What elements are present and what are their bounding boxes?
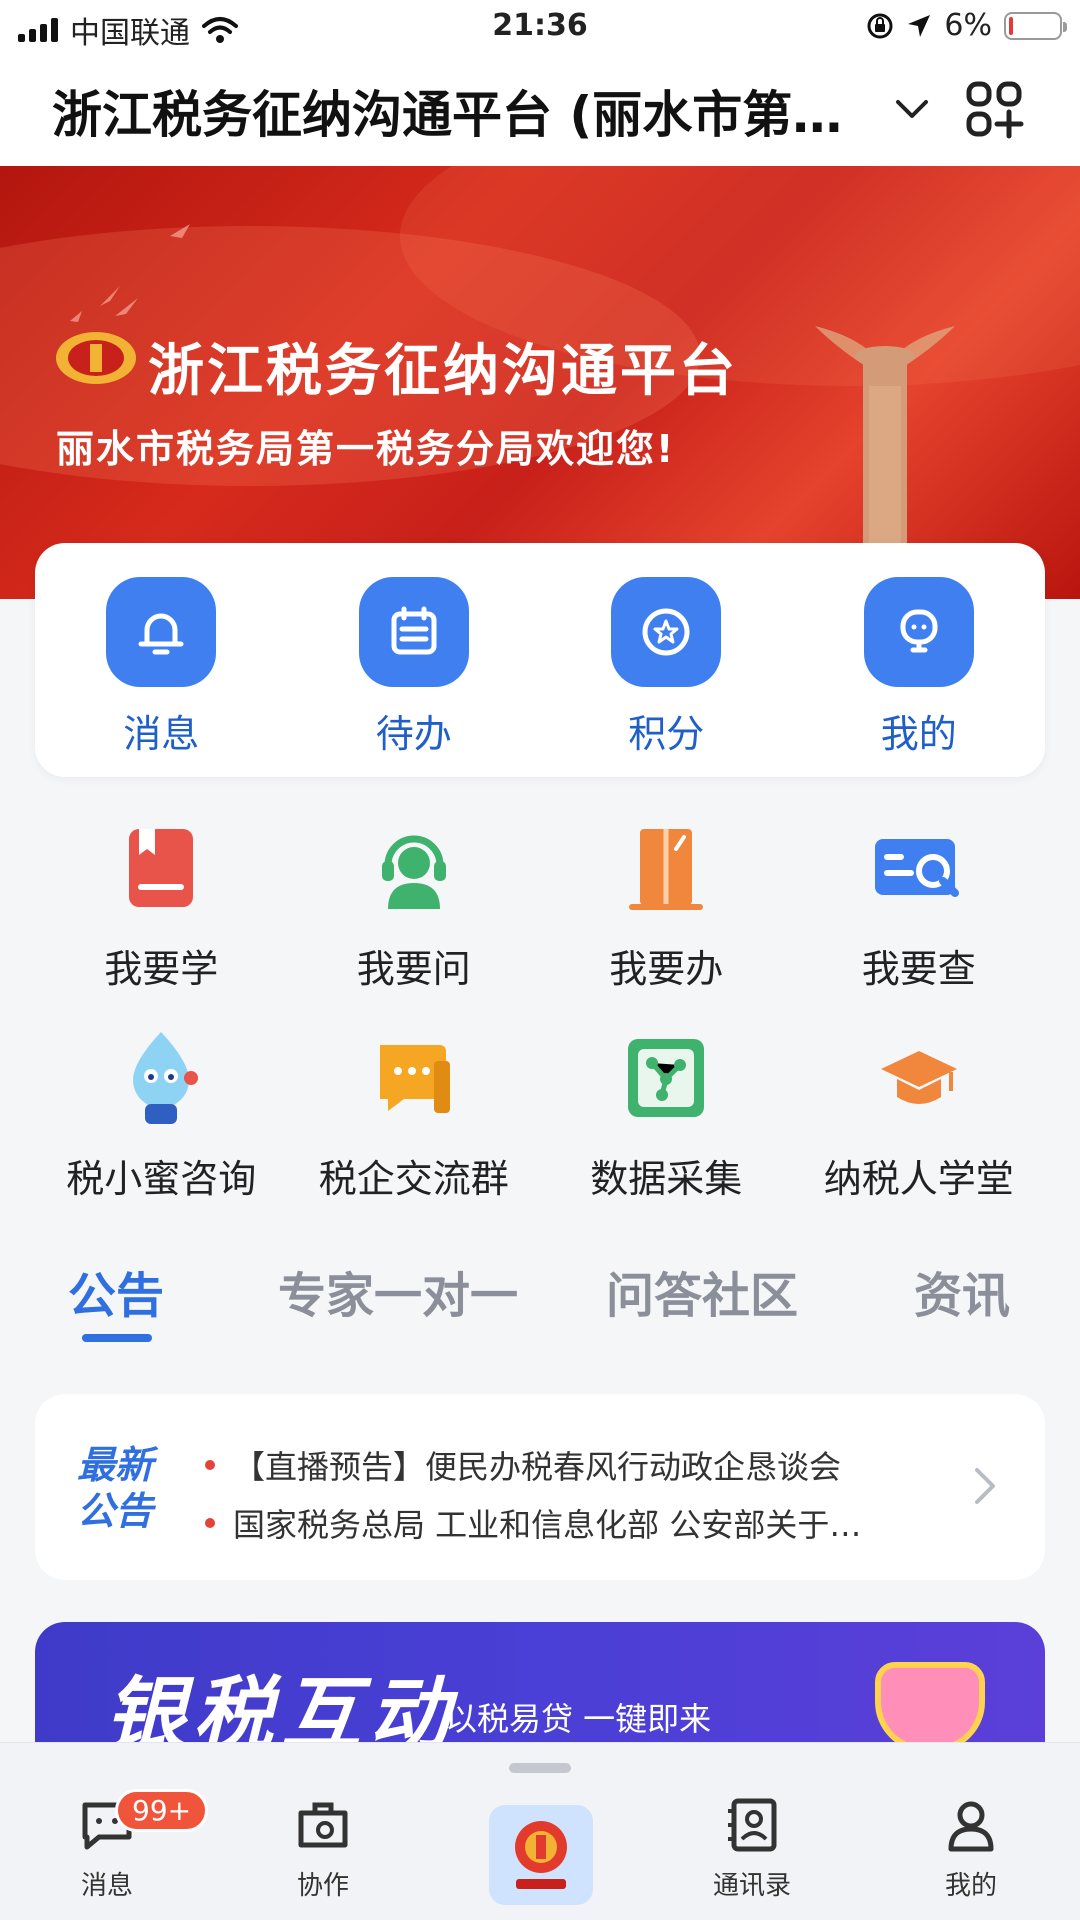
tax-emblem-button[interactable]: [489, 1805, 593, 1905]
service-ask[interactable]: 我要问: [288, 800, 541, 1010]
data-nodes-icon: [618, 1030, 714, 1126]
tax-emblem-icon: [56, 332, 136, 384]
active-tab-indicator: [82, 1334, 152, 1342]
tab-announcements[interactable]: 公告: [68, 1256, 164, 1326]
doves-decoration: [70, 224, 190, 322]
promo-title: 银税互动: [105, 1668, 457, 1742]
nav-label: 通讯录: [712, 1871, 791, 1901]
bullet-dot: [205, 1518, 215, 1528]
chevron-right-icon[interactable]: [973, 1466, 997, 1506]
tab-expert[interactable]: 专家一对一: [278, 1256, 518, 1326]
banner-title: 浙江税务征纳沟通平台: [148, 339, 738, 404]
mascot-icon: [113, 1030, 209, 1126]
notice-list: 【直播预告】便民办税春风行动政企恳谈会 国家税务总局 工业和信息化部 公安部关于…: [205, 1436, 965, 1552]
tab-news[interactable]: 资讯: [914, 1256, 1010, 1326]
app-header: 浙江税务征纳沟通平台 (丽水市第…: [0, 56, 1080, 166]
book-icon: [113, 820, 209, 916]
quick-action-mine[interactable]: 我的: [793, 543, 1046, 777]
nav-contacts[interactable]: 通讯录: [672, 1797, 832, 1902]
latest-notice-badge: 最新 公告: [77, 1442, 177, 1534]
service-label: 数据采集: [590, 1157, 743, 1201]
contacts-icon: [728, 1798, 777, 1852]
badge-line: 最新: [77, 1443, 154, 1487]
collaboration-icon: [298, 1802, 348, 1848]
service-label: 纳税人学堂: [823, 1157, 1014, 1201]
nav-messages[interactable]: 消息 99+: [27, 1789, 209, 1902]
service-group-chat[interactable]: 税企交流群: [288, 1010, 541, 1220]
bell-icon: [106, 577, 217, 687]
notice-text: 国家税务总局 工业和信息化部 公安部关于…: [233, 1506, 862, 1544]
latest-notice-card[interactable]: 最新 公告 【直播预告】便民办税春风行动政企恳谈会 国家税务总局 工业和信息化部…: [35, 1394, 1045, 1580]
promo-subtitle: 以税易贷 一键即来: [445, 1700, 712, 1738]
person-icon: [948, 1801, 994, 1852]
service-handle[interactable]: 我要办: [540, 800, 793, 1010]
service-classroom[interactable]: 纳税人学堂: [793, 1010, 1046, 1220]
quick-action-label: 我的: [880, 712, 957, 756]
service-label: 税企交流群: [318, 1157, 509, 1201]
nav-label: 我的: [944, 1871, 997, 1901]
chat-bubble-icon: [366, 1030, 462, 1126]
service-query[interactable]: 我要查: [793, 800, 1046, 1010]
quick-actions-card: 消息 待办 积分 我的: [35, 543, 1045, 777]
battery-level: [1009, 16, 1013, 35]
platform-title[interactable]: 浙江税务征纳沟通平台 (丽水市第…: [52, 75, 882, 147]
calendar-icon: [358, 577, 469, 687]
rotation-lock-icon: [867, 13, 893, 38]
notice-text: 【直播预告】便民办税春风行动政企恳谈会: [233, 1448, 842, 1486]
door-icon: [618, 820, 714, 916]
quick-action-label: 待办: [375, 712, 452, 756]
service-label: 我要学: [104, 947, 219, 991]
service-label: 我要查: [861, 947, 976, 991]
status-bar: 中国联通 21:36 6%: [0, 0, 1080, 56]
search-card-icon: [871, 820, 967, 916]
nav-mine[interactable]: 我的: [891, 1797, 1051, 1902]
notice-item[interactable]: 国家税务总局 工业和信息化部 公安部关于…: [205, 1494, 965, 1552]
bottom-navigation: 消息 99+ 协作 通讯录 我的: [0, 1742, 1080, 1920]
service-data-collection[interactable]: 数据采集: [540, 1010, 793, 1220]
banner-subtitle: 丽水市税务局第一税务分局欢迎您!: [56, 427, 676, 471]
service-label: 我要问: [356, 947, 471, 991]
promo-banner[interactable]: 银税互动 以税易贷 一键即来: [35, 1622, 1045, 1742]
notice-item[interactable]: 【直播预告】便民办税春风行动政企恳谈会: [205, 1436, 965, 1494]
promo-decoration: [875, 1662, 985, 1742]
welcome-banner[interactable]: 浙江税务征纳沟通平台 丽水市税务局第一税务分局欢迎您!: [0, 166, 1080, 599]
service-learn[interactable]: 我要学: [35, 800, 288, 1010]
content-tabs: 公告 专家一对一 问答社区 资讯: [0, 1248, 1080, 1348]
apps-add-icon[interactable]: [965, 80, 1025, 140]
quick-action-label: 消息: [123, 712, 200, 756]
service-label: 我要办: [609, 947, 724, 991]
bullet-dot: [205, 1460, 215, 1470]
headset-icon: [366, 820, 462, 916]
service-assistant[interactable]: 税小蜜咨询: [35, 1010, 288, 1220]
quick-action-points[interactable]: 积分: [540, 543, 793, 777]
tab-qa-community[interactable]: 问答社区: [606, 1256, 798, 1326]
quick-action-label: 积分: [628, 712, 705, 756]
nav-label: 协作: [296, 1871, 349, 1901]
drag-handle[interactable]: [509, 1763, 571, 1773]
graduation-cap-icon: [871, 1030, 967, 1126]
service-grid: 我要学 我要问 我要办 我要查 税小蜜咨询 税企交流群 数据采集 纳税人学堂: [35, 800, 1045, 1220]
battery-percent: 6%: [944, 8, 992, 43]
service-label: 税小蜜咨询: [66, 1157, 257, 1201]
location-icon: [908, 14, 931, 37]
quick-action-messages[interactable]: 消息: [35, 543, 288, 777]
status-right: 6%: [866, 8, 1067, 43]
quick-action-todo[interactable]: 待办: [288, 543, 541, 777]
star-icon: [611, 577, 722, 687]
badge-line: 公告: [77, 1489, 154, 1533]
tax-emblem-icon: [515, 1821, 567, 1889]
nav-label: 消息: [80, 1871, 133, 1901]
battery-icon: [1004, 11, 1067, 40]
chevron-down-icon[interactable]: [892, 94, 932, 124]
unread-badge: 99+: [115, 1789, 209, 1832]
robot-face-icon: [863, 577, 974, 687]
nav-collaboration[interactable]: 协作: [243, 1797, 403, 1902]
